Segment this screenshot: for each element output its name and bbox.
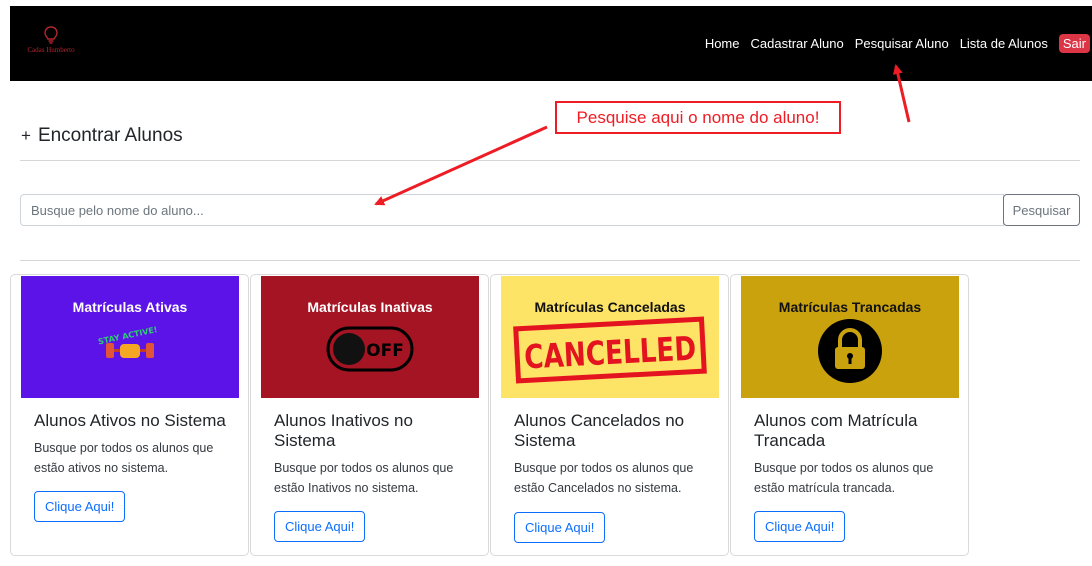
nav-cadastrar-aluno[interactable]: Cadastrar Aluno	[751, 36, 844, 51]
card-title: Alunos Cancelados no Sistema	[514, 411, 685, 450]
card-text: Busque por todos os alunos que estão mat…	[754, 461, 934, 495]
nav-links: Home Cadastrar Aluno Pesquisar Aluno Lis…	[694, 34, 1090, 53]
page-title: + Encontrar Alunos	[21, 125, 183, 147]
logo-text: Cadas Humberto	[27, 46, 75, 54]
cancelled-stamp-icon: CANCELLED	[513, 316, 707, 384]
navbar: Cadas Humberto Home Cadastrar Aluno Pesq…	[10, 6, 1092, 81]
logout-button[interactable]: Sair	[1058, 34, 1090, 53]
plus-icon: +	[21, 126, 31, 145]
card-image-inativos: Matrículas Inativas OFF	[261, 276, 479, 398]
card-image-trancadas: Matrículas Trancadas	[741, 276, 959, 398]
search-button[interactable]: Pesquisar	[1003, 194, 1080, 226]
card-text: Busque por todos os alunos que estão Ina…	[274, 461, 454, 495]
toggle-off-icon: OFF	[326, 326, 414, 372]
divider	[20, 260, 1080, 261]
card-text: Busque por todos os alunos que estão ati…	[34, 441, 214, 475]
card-ativos: Matrículas Ativas STAY ACTIVE! Alunos At…	[10, 274, 249, 556]
annotation-box: Pesquise aqui o nome do aluno!	[555, 101, 841, 134]
stay-active-dumbbell-icon: STAY ACTIVE!	[97, 325, 158, 358]
card-trancadas: Matrículas Trancadas Alunos com Matrícul…	[730, 274, 969, 556]
nav-lista-de-alunos[interactable]: Lista de Alunos	[960, 36, 1048, 51]
off-label: OFF	[366, 341, 404, 361]
card-button-cancelados[interactable]: Clique Aqui!	[514, 512, 606, 543]
card-title: Alunos Ativos no Sistema	[34, 411, 226, 430]
card-text: Busque por todos os alunos que estão Can…	[514, 461, 694, 495]
search-input[interactable]	[20, 194, 1004, 226]
card-inativos: Matrículas Inativas OFF Alunos Inativos …	[250, 274, 489, 556]
lightbulb-logo-icon	[44, 26, 58, 44]
card-cancelados: Matrículas Canceladas CANCELLED Alunos C…	[490, 274, 729, 556]
card-button-ativos[interactable]: Clique Aqui!	[34, 491, 126, 522]
brand-logo[interactable]: Cadas Humberto	[16, 26, 86, 58]
card-button-inativos[interactable]: Clique Aqui!	[274, 511, 366, 542]
cancelled-label: CANCELLED	[523, 329, 697, 377]
page-title-text: Encontrar Alunos	[37, 125, 183, 146]
card-title: Alunos com Matrícula Trancada	[754, 411, 918, 450]
nav-home[interactable]: Home	[705, 36, 740, 51]
card-image-ativos: Matrículas Ativas STAY ACTIVE!	[21, 276, 239, 398]
card-title: Alunos Inativos no Sistema	[274, 411, 413, 450]
card-button-trancadas[interactable]: Clique Aqui!	[754, 511, 846, 542]
divider	[20, 160, 1080, 161]
padlock-icon	[818, 319, 882, 383]
card-image-cancelados: Matrículas Canceladas CANCELLED	[501, 276, 719, 398]
nav-pesquisar-aluno[interactable]: Pesquisar Aluno	[855, 36, 949, 51]
